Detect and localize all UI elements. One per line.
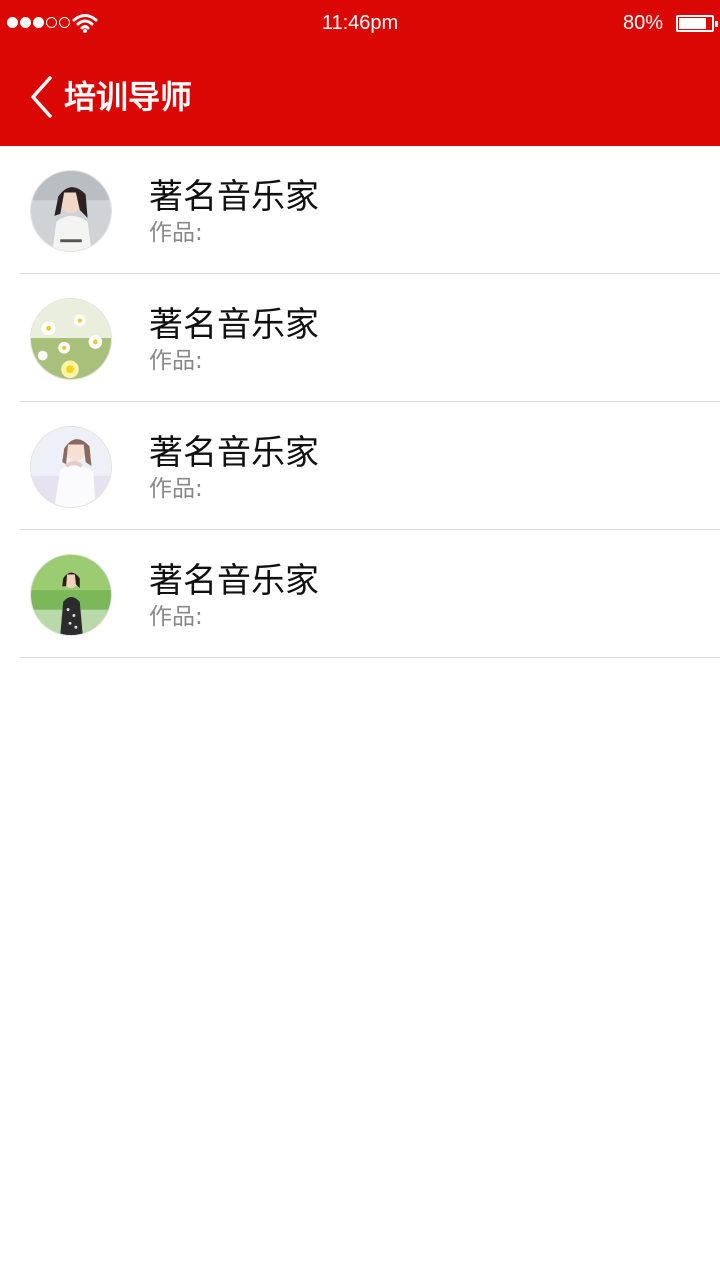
avatar xyxy=(30,170,112,252)
mentor-name: 著名音乐家 xyxy=(149,177,319,217)
mentor-name: 著名音乐家 xyxy=(149,305,319,345)
mentor-photo xyxy=(31,299,111,379)
battery-icon xyxy=(676,15,718,32)
mentor-works-label: 作品: xyxy=(149,604,203,630)
header-bar: 11:46pm 80% 培训导师 xyxy=(0,0,720,146)
mentor-name: 著名音乐家 xyxy=(149,433,319,473)
navigation-bar: 培训导师 xyxy=(0,48,720,146)
status-bar: 11:46pm 80% xyxy=(0,0,720,48)
mentor-works-label: 作品: xyxy=(149,348,203,374)
avatar xyxy=(30,554,112,636)
mentor-photo xyxy=(31,427,111,507)
mentor-name: 著名音乐家 xyxy=(149,561,319,601)
battery-percent: 80% xyxy=(622,12,663,34)
mentor-photo xyxy=(31,171,111,251)
mentor-list-item[interactable]: 著名音乐家 作品: xyxy=(20,146,720,274)
mentor-works-label: 作品: xyxy=(149,220,203,246)
mentor-list: 著名音乐家 作品: 著名音乐家 作品: 著名音乐家 作品: 著名音乐家 作品: xyxy=(0,146,720,658)
chevron-left-icon[interactable] xyxy=(24,74,60,120)
status-time: 11:46pm xyxy=(321,12,399,34)
battery-level xyxy=(679,18,706,29)
mentor-photo xyxy=(31,555,111,635)
mentor-list-item[interactable]: 著名音乐家 作品: xyxy=(20,274,720,402)
mentor-works-label: 作品: xyxy=(149,476,203,502)
mentor-list-item[interactable]: 著名音乐家 作品: xyxy=(20,402,720,530)
avatar xyxy=(30,426,112,508)
page-title: 培训导师 xyxy=(64,78,193,116)
avatar xyxy=(30,298,112,380)
mentor-list-item[interactable]: 著名音乐家 作品: xyxy=(20,530,720,658)
